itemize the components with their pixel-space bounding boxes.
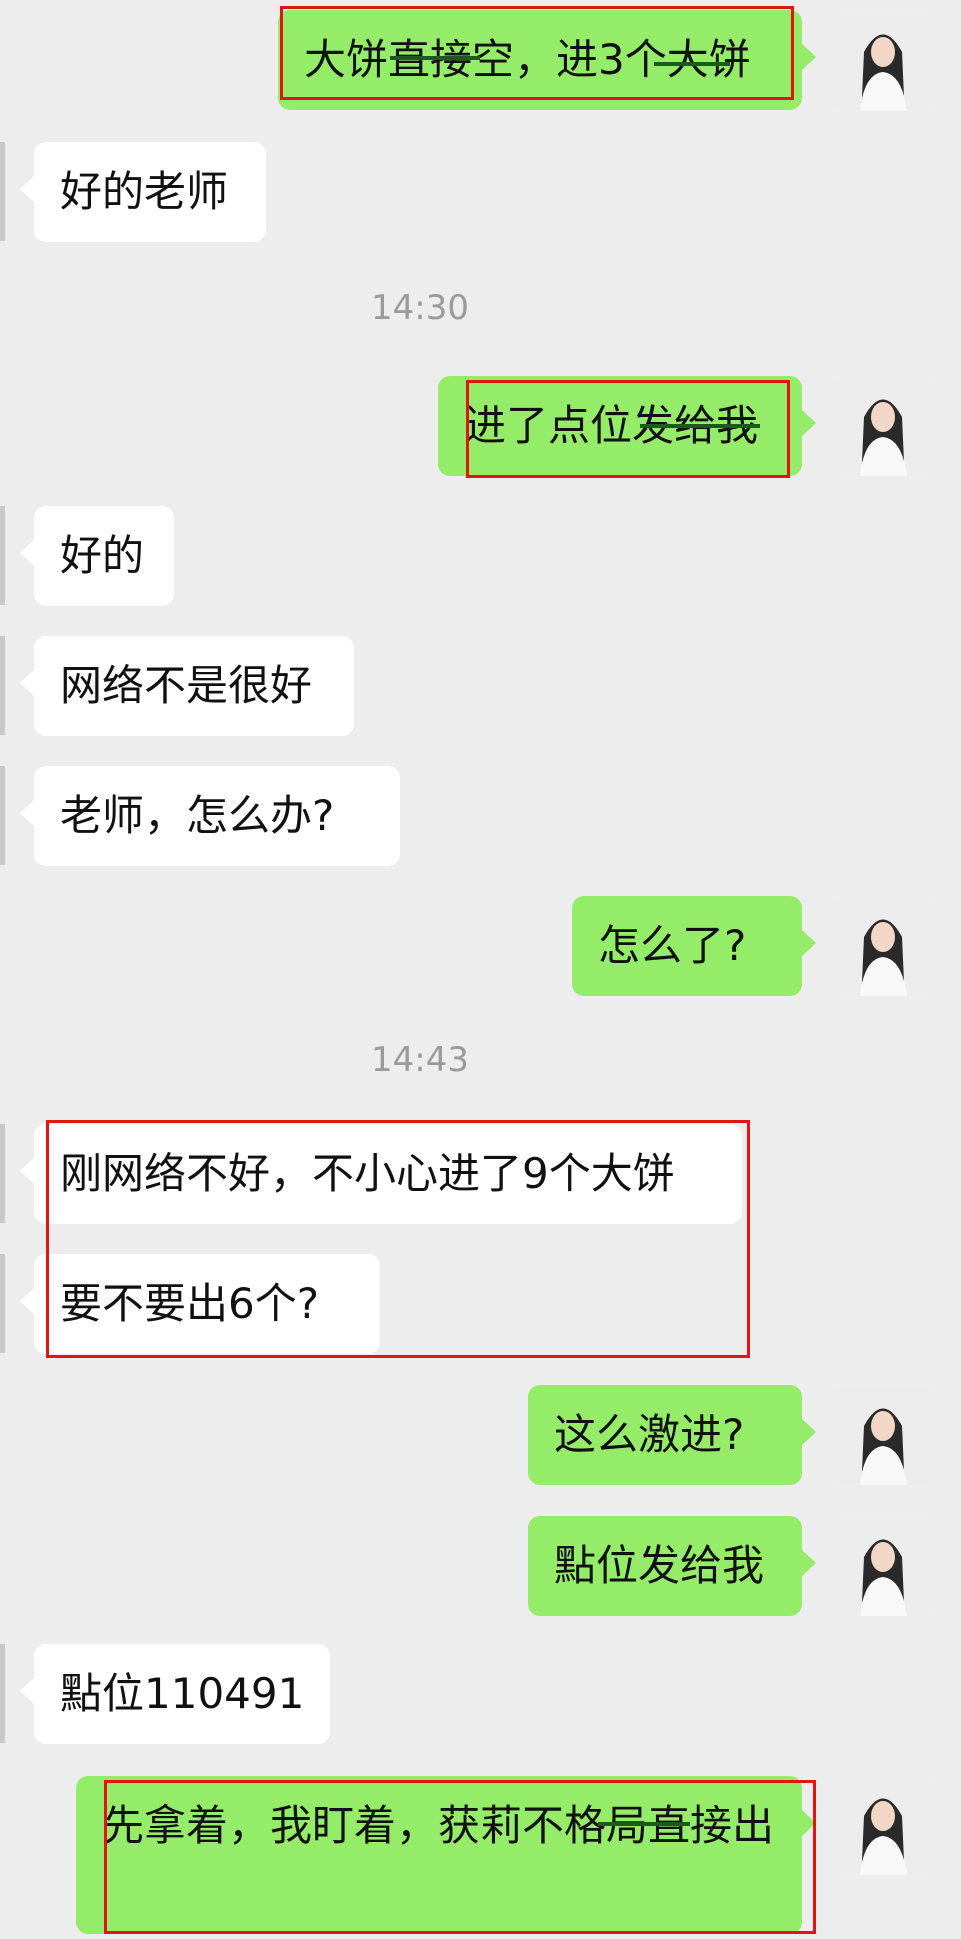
timestamp: 14:43 [371,1040,469,1080]
my-avatar[interactable] [834,1517,933,1616]
message-text: 网络不是很好 [60,661,313,710]
woman-portrait-icon [834,12,933,111]
message-text: 好的 [60,531,145,580]
incoming-message[interactable]: 好的老师 [20,142,266,242]
woman-portrait-icon [834,1776,933,1875]
outgoing-message[interactable]: 怎么了? [572,896,816,996]
strikethrough [654,62,730,66]
message-text: 怎么了? [598,921,747,970]
annotation-box [466,380,790,478]
annotation-box [280,6,794,100]
outgoing-message[interactable]: 點位发给我 [528,1516,816,1616]
message-text: 好的老师 [60,167,229,216]
message-text: 这么激进? [554,1410,745,1459]
contact-avatar[interactable] [0,1254,5,1353]
woman-portrait-icon [834,1386,933,1485]
contact-avatar[interactable] [0,636,5,735]
incoming-message[interactable]: 老师，怎么办? [20,766,400,866]
message-text: 老师，怎么办? [60,791,335,840]
woman-portrait-icon [834,377,933,476]
my-avatar[interactable] [834,377,933,476]
message-text: 點位110491 [60,1669,305,1718]
incoming-message[interactable]: 好的 [20,506,174,606]
annotation-box [46,1120,750,1358]
contact-avatar[interactable] [0,1644,5,1743]
strikethrough [598,1822,690,1826]
contact-avatar[interactable] [0,142,5,241]
timestamp: 14:30 [371,288,469,328]
my-avatar[interactable] [834,12,933,111]
woman-portrait-icon [834,1517,933,1616]
strikethrough [640,424,760,428]
woman-portrait-icon [834,897,933,996]
contact-avatar[interactable] [0,766,5,865]
contact-avatar[interactable] [0,1124,5,1223]
my-avatar[interactable] [834,1386,933,1485]
contact-avatar[interactable] [0,506,5,605]
annotation-box [104,1780,816,1934]
message-text: 點位发给我 [554,1541,765,1590]
incoming-message[interactable]: 點位110491 [20,1644,330,1744]
incoming-message[interactable]: 网络不是很好 [20,636,354,736]
my-avatar[interactable] [834,897,933,996]
outgoing-message[interactable]: 这么激进? [528,1385,816,1485]
strikethrough [390,56,480,60]
my-avatar[interactable] [834,1776,933,1875]
